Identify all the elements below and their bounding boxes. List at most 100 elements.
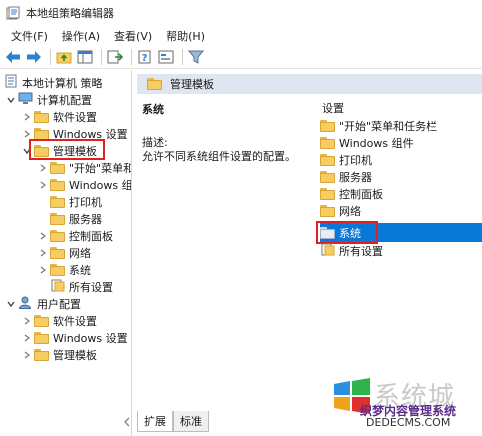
tree-scroll-left-icon[interactable]: [122, 412, 132, 432]
chevron-right-icon[interactable]: [22, 112, 32, 122]
list-item-label: 打印机: [339, 153, 372, 167]
chevron-right-icon[interactable]: [38, 163, 48, 173]
list-item-printers[interactable]: 打印机: [320, 151, 482, 168]
export-list-icon[interactable]: [106, 48, 124, 66]
tree-item-label: 系统: [69, 263, 91, 277]
folder-icon: [320, 204, 335, 217]
all-settings-icon: [320, 243, 335, 259]
tree-item-label: 用户配置: [37, 297, 81, 311]
all-settings-icon: [50, 279, 65, 295]
chevron-right-icon[interactable]: [38, 248, 48, 258]
folder-icon: [50, 178, 65, 191]
menu-file[interactable]: 文件(F): [6, 26, 53, 46]
toolbar-separator: [101, 48, 102, 65]
policy-document-icon: [4, 74, 18, 91]
chevron-right-icon[interactable]: [22, 129, 32, 139]
folder-icon: [50, 246, 65, 259]
menu-action[interactable]: 操作(A): [57, 26, 105, 46]
tree-item-label: 计算机配置: [37, 93, 92, 107]
highlight-box: [316, 221, 378, 244]
list-item-label: 所有设置: [339, 244, 383, 258]
detail-description: 允许不同系统组件设置的配置。: [142, 150, 296, 163]
chevron-right-icon[interactable]: [22, 333, 32, 343]
tree-item-label: 控制面板: [69, 229, 113, 243]
tree-item-local-computer-policy[interactable]: 本地计算机 策略: [4, 74, 103, 91]
folder-icon: [34, 314, 49, 327]
folder-icon: [50, 212, 65, 225]
tree-item-start-menu[interactable]: "开始"菜单和: [38, 159, 132, 176]
tree-item-user-windows-settings[interactable]: Windows 设置: [22, 329, 128, 346]
list-item-control-panel[interactable]: 控制面板: [320, 185, 482, 202]
chevron-right-icon[interactable]: [38, 265, 48, 275]
chevron-down-icon[interactable]: [6, 299, 16, 309]
list-item-label: 控制面板: [339, 187, 383, 201]
toolbar: ?: [0, 45, 482, 69]
folder-icon: [320, 170, 335, 183]
watermark-line2: DEDECMS.COM: [366, 416, 451, 429]
tree-item-network[interactable]: 网络: [38, 244, 91, 261]
list-item-network[interactable]: 网络: [320, 202, 482, 219]
list-column-header[interactable]: 设置: [322, 100, 344, 116]
folder-icon: [34, 110, 49, 123]
folder-icon: [320, 187, 335, 200]
tree-item-printers[interactable]: 打印机: [50, 193, 102, 210]
list-item-label: 网络: [339, 204, 361, 218]
properties-icon[interactable]: [157, 48, 175, 66]
chevron-right-icon[interactable]: [22, 316, 32, 326]
menu-help[interactable]: 帮助(H): [161, 26, 210, 46]
tree-item-label: 服务器: [69, 212, 102, 226]
list-item-label: "开始"菜单和任务栏: [339, 119, 438, 133]
tree-item-software-settings[interactable]: 软件设置: [22, 108, 97, 125]
up-folder-icon[interactable]: [55, 48, 73, 66]
chevron-down-icon[interactable]: [6, 95, 16, 105]
list-item-server[interactable]: 服务器: [320, 168, 482, 185]
chevron-right-icon[interactable]: [38, 231, 48, 241]
folder-icon: [147, 78, 162, 90]
show-hide-tree-icon[interactable]: [76, 48, 94, 66]
tree-item-user-admin-templates[interactable]: 管理模板: [22, 346, 97, 363]
toolbar-separator: [50, 48, 51, 65]
content-header: 管理模板: [137, 74, 482, 94]
folder-icon: [50, 263, 65, 276]
folder-icon: [34, 331, 49, 344]
tree-item-label: Windows 组: [69, 178, 132, 192]
tree-item-server[interactable]: 服务器: [50, 210, 102, 227]
chevron-right-icon[interactable]: [22, 350, 32, 360]
list-item-label: Windows 组件: [339, 136, 414, 150]
folder-icon: [50, 195, 65, 208]
svg-text:?: ?: [142, 53, 148, 64]
list-item-label: 服务器: [339, 170, 372, 184]
tree-item-user-config[interactable]: 用户配置: [6, 295, 81, 312]
tree-item-label: "开始"菜单和: [69, 161, 132, 175]
filter-icon[interactable]: [187, 48, 205, 66]
window-title: 本地组策略编辑器: [26, 7, 114, 20]
tree-item-label: 软件设置: [53, 110, 97, 124]
back-icon[interactable]: [4, 48, 22, 66]
toolbar-separator: [131, 48, 132, 65]
tree-item-windows-components[interactable]: Windows 组: [38, 176, 132, 193]
navigation-tree: 本地计算机 策略 计算机配置 软件设置 Windows 设置 管理模板 "开始"…: [0, 70, 132, 436]
tree-item-label: 所有设置: [69, 280, 113, 294]
list-item-windows-components[interactable]: Windows 组件: [320, 134, 482, 151]
view-tabs: 扩展 标准: [137, 411, 209, 432]
help-icon[interactable]: ?: [136, 48, 154, 66]
tab-extended[interactable]: 扩展: [137, 411, 173, 432]
tree-item-system[interactable]: 系统: [38, 261, 91, 278]
user-icon: [18, 296, 33, 312]
tree-item-label: Windows 设置: [53, 331, 128, 345]
tree-item-control-panel[interactable]: 控制面板: [38, 227, 113, 244]
tree-item-all-settings[interactable]: 所有设置: [50, 278, 113, 295]
tree-item-user-software-settings[interactable]: 软件设置: [22, 312, 97, 329]
chevron-right-icon[interactable]: [38, 180, 48, 190]
title-bar: 本地组策略编辑器: [0, 0, 482, 26]
tab-standard[interactable]: 标准: [173, 411, 209, 432]
tree-item-label: 网络: [69, 246, 91, 260]
detail-title: 系统: [142, 103, 164, 116]
menu-view[interactable]: 查看(V): [109, 26, 157, 46]
list-item-start-menu[interactable]: "开始"菜单和任务栏: [320, 117, 482, 134]
tree-item-computer-config[interactable]: 计算机配置: [6, 91, 92, 108]
watermark: 系统城 织梦内容管理系统 DEDECMS.COM: [332, 376, 482, 436]
tree-item-label: 打印机: [69, 195, 102, 209]
forward-icon[interactable]: [25, 48, 43, 66]
list-item-all-settings[interactable]: 所有设置: [320, 242, 482, 259]
